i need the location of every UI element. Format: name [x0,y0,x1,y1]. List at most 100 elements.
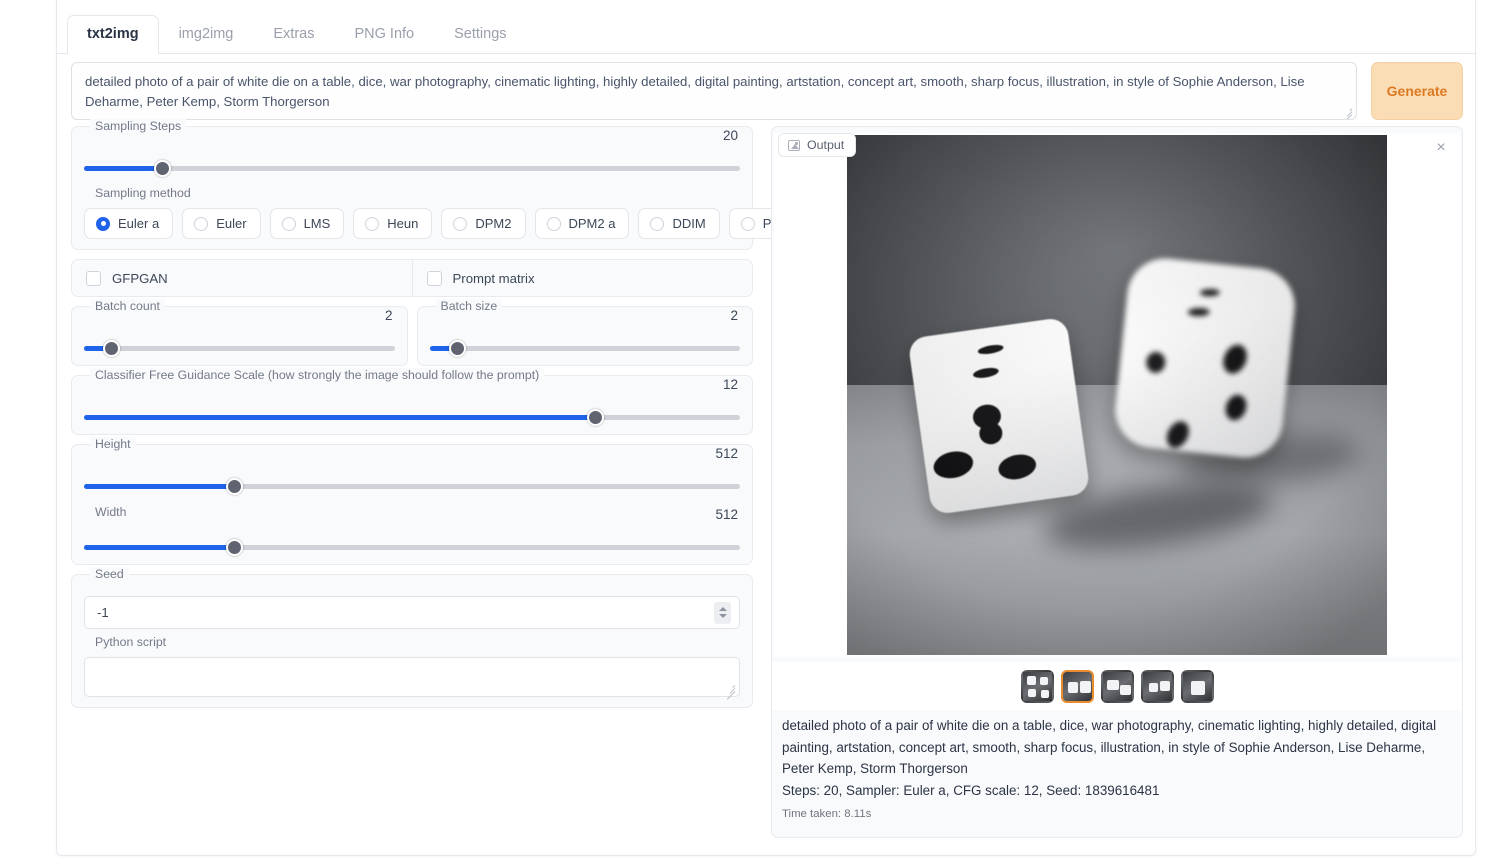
slider-track[interactable] [429,340,740,357]
radio-lms[interactable]: LMS [269,208,345,239]
caption-time: Time taken: 8.11s [782,807,872,820]
sampling-steps-group: Sampling Steps 20 [72,119,752,185]
prompt-row: detailed photo of a pair of white die on… [71,62,1463,120]
slider-thumb[interactable] [587,409,605,426]
width-value: 512 [715,507,738,522]
toggles-panel: GFPGAN Prompt matrix [71,259,753,297]
die-front [907,316,1091,516]
python-script-label: Python script [90,635,172,649]
slider-track[interactable] [84,478,740,495]
cfg-scale-slider[interactable]: 12 [84,377,740,426]
seed-value: -1 [97,605,109,620]
batch-count-slider[interactable]: 2 [84,308,395,357]
batch-size-slider[interactable]: 2 [429,308,740,357]
tab-txt2img[interactable]: txt2img [67,15,159,54]
output-tab[interactable]: Output [778,133,857,157]
slider-thumb[interactable] [226,478,244,495]
tab-extras[interactable]: Extras [253,15,334,53]
radio-label: Euler a [118,216,160,231]
dimensions-panel: Height 512 Width 512 [71,437,753,565]
radio-label: LMS [303,216,331,231]
checkbox-icon [426,270,442,286]
radio-label: DPM2 a [568,216,616,231]
prompt-matrix-checkbox[interactable]: Prompt matrix [411,260,753,296]
radio-euler-a[interactable]: Euler a [84,208,174,239]
radio-label: DPM2 [475,216,512,231]
pip [971,402,1003,431]
radio-ddim[interactable]: DDIM [638,208,720,239]
radio-dpm2-a[interactable]: DPM2 a [534,208,630,239]
width-label: Width [90,505,132,519]
pip [972,366,1000,380]
radio-dot-icon [194,216,209,231]
radio-dot-icon [650,216,665,231]
thumbnail-2[interactable] [1060,669,1094,703]
resize-handle-icon[interactable] [723,681,736,700]
cfg-scale-group: Classifier Free Guidance Scale (how stro… [72,368,752,434]
output-caption: detailed photo of a pair of white die on… [772,713,1462,823]
image-icon [788,139,800,151]
tab-label: txt2img [87,26,139,42]
height-slider[interactable]: 512 [84,446,740,495]
pip [977,420,1004,446]
seed-script-panel: Seed -1 Python script [71,567,753,708]
width-group: Width 512 [72,503,752,564]
sampling-panel: Sampling Steps 20 Sampling method Euler … [71,119,813,250]
tab-img2img[interactable]: img2img [159,15,254,53]
generate-button[interactable]: Generate [1371,62,1463,120]
slider-thumb[interactable] [154,160,172,177]
radio-label: Euler [216,216,247,231]
radio-euler[interactable]: Euler [182,208,261,239]
sampling-steps-slider[interactable]: 20 [84,128,740,177]
output-column: Output × detailed photo of a pair of whi… [771,126,1463,846]
tab-label: PNG Info [354,26,415,42]
slider-track[interactable] [84,409,740,426]
caption-prompt: detailed photo of a pair of white die on… [782,718,1437,777]
pip [1187,307,1210,317]
batch-size-value: 2 [730,308,738,323]
content-columns: Sampling Steps 20 Sampling method Euler … [71,119,1463,846]
thumbnail-4[interactable] [1140,669,1174,703]
tab-label: Extras [273,26,315,42]
radio-dot-icon [96,216,110,231]
sampling-method-label: Sampling method [90,186,196,200]
thumbnail-5[interactable] [1180,669,1214,703]
resize-handle-icon[interactable] [1340,104,1353,119]
slider-track[interactable] [84,340,395,357]
generated-image-stage [774,133,1460,657]
radio-label: DDIM [672,216,706,231]
slider-track[interactable] [84,539,740,556]
sampling-steps-label: Sampling Steps [90,119,187,133]
close-icon[interactable]: × [1430,137,1452,159]
sampling-steps-value: 20 [722,128,738,143]
radio-dpm2[interactable]: DPM2 [441,208,526,239]
slider-thumb[interactable] [103,340,121,357]
chevron-up-icon[interactable] [718,607,727,611]
chevron-down-icon[interactable] [718,614,727,618]
thumbnail-1[interactable] [1020,669,1054,703]
gfpgan-checkbox[interactable]: GFPGAN [72,260,412,296]
batch-count-value: 2 [384,308,393,323]
slider-fill [84,166,163,171]
shadow [1175,427,1364,491]
height-label: Height [90,437,136,451]
caption-meta: Steps: 20, Sampler: Euler a, CFG scale: … [782,783,1160,799]
tab-png-info[interactable]: PNG Info [334,15,434,53]
thumbnail-3[interactable] [1100,669,1134,703]
slider-track[interactable] [84,160,740,177]
tab-settings[interactable]: Settings [434,15,526,53]
die-back [1111,254,1299,462]
seed-stepper[interactable] [714,601,731,624]
slider-thumb[interactable] [226,539,244,556]
width-slider[interactable]: 512 [84,507,740,556]
checkbox-icon [86,270,101,286]
slider-thumb[interactable] [448,340,466,357]
generated-image[interactable] [847,135,1387,655]
sampling-method-group: Sampling method Euler a Euler LMS Heun D… [72,185,813,249]
pip [977,343,1005,356]
output-tab-label: Output [807,138,845,152]
python-script-input[interactable] [84,657,740,700]
prompt-input[interactable]: detailed photo of a pair of white die on… [71,62,1357,120]
seed-input[interactable]: -1 [84,596,740,629]
radio-heun[interactable]: Heun [353,208,433,239]
